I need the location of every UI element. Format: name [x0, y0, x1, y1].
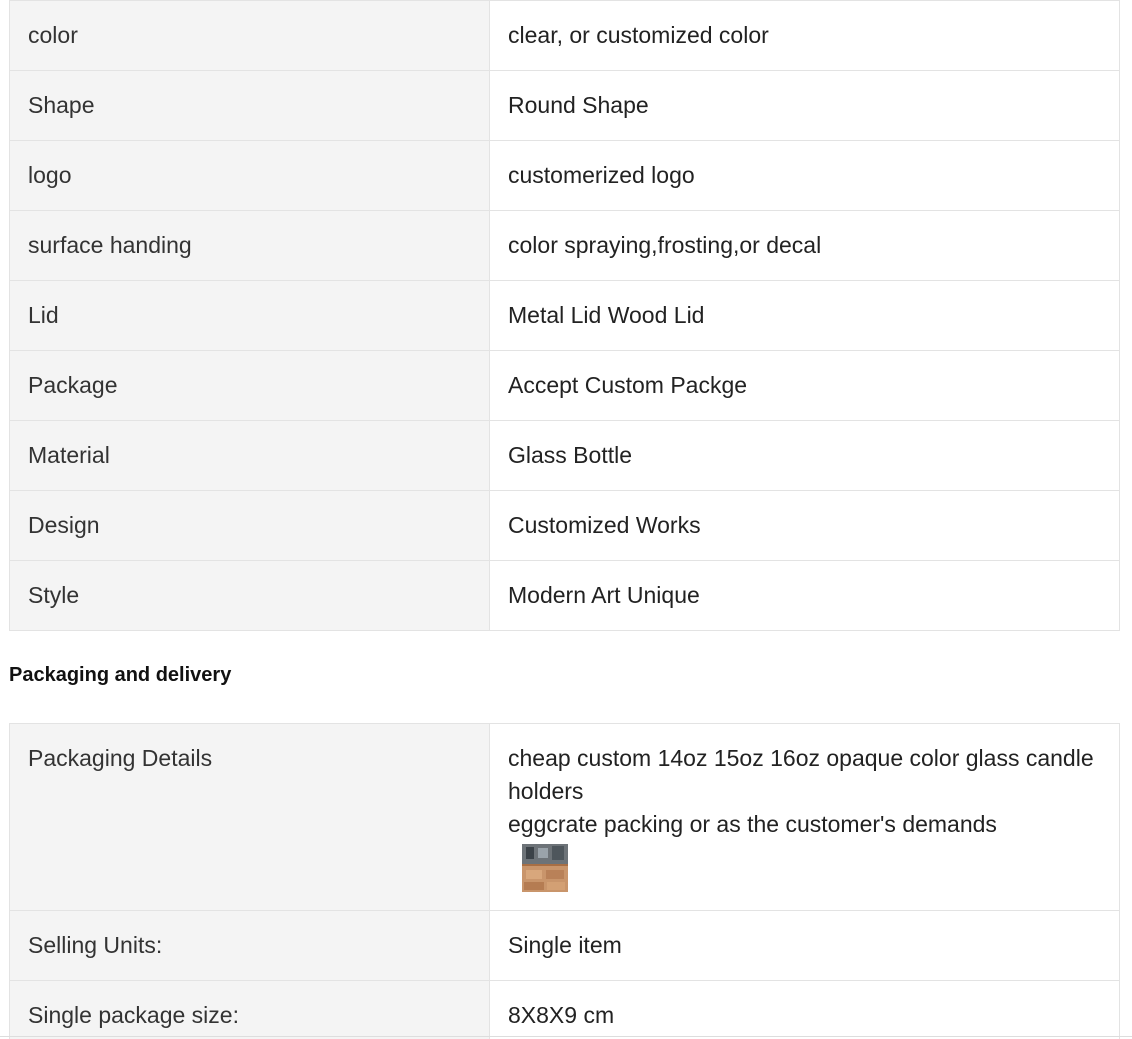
table-row: color clear, or customized color: [9, 0, 1120, 71]
divider: [0, 1036, 1132, 1037]
table-row: Packaging Details cheap custom 14oz 15oz…: [9, 723, 1120, 911]
attribute-value: Metal Lid Wood Lid: [489, 280, 1120, 351]
table-row: Single package size: 8X8X9 cm: [9, 980, 1120, 1039]
packaging-details-line: eggcrate packing or as the customer's de…: [508, 811, 997, 837]
attribute-value: Modern Art Unique: [489, 560, 1120, 631]
attribute-value: customerized logo: [489, 140, 1120, 211]
attribute-key: Shape: [9, 70, 490, 141]
package-size-key: Single package size:: [9, 980, 490, 1039]
table-row: Package Accept Custom Packge: [9, 350, 1120, 421]
table-row: Selling Units: Single item: [9, 910, 1120, 981]
attribute-value: clear, or customized color: [489, 0, 1120, 71]
packaging-details-value: cheap custom 14oz 15oz 16oz opaque color…: [489, 723, 1120, 911]
package-size-value: 8X8X9 cm: [489, 980, 1120, 1039]
selling-units-value: Single item: [489, 910, 1120, 981]
attribute-key: Lid: [9, 280, 490, 351]
packaging-details-line: cheap custom 14oz 15oz 16oz opaque color…: [508, 745, 1094, 804]
attribute-value: Customized Works: [489, 490, 1120, 561]
attribute-key: Package: [9, 350, 490, 421]
product-spec-page: color clear, or customized color Shape R…: [0, 0, 1132, 1039]
table-row: Design Customized Works: [9, 490, 1120, 561]
packaging-table: Packaging Details cheap custom 14oz 15oz…: [9, 723, 1120, 1039]
attribute-value: color spraying,frosting,or decal: [489, 210, 1120, 281]
table-row: Lid Metal Lid Wood Lid: [9, 280, 1120, 351]
section-title: Packaging and delivery: [9, 664, 232, 686]
packaging-thumbnail-image[interactable]: [522, 844, 568, 892]
attributes-table: color clear, or customized color Shape R…: [9, 0, 1120, 631]
attribute-value: Accept Custom Packge: [489, 350, 1120, 421]
table-row: Shape Round Shape: [9, 70, 1120, 141]
attribute-key: Design: [9, 490, 490, 561]
table-row: surface handing color spraying,frosting,…: [9, 210, 1120, 281]
attribute-key: Material: [9, 420, 490, 491]
attribute-value: Glass Bottle: [489, 420, 1120, 491]
attribute-key: Style: [9, 560, 490, 631]
selling-units-key: Selling Units:: [9, 910, 490, 981]
table-row: Material Glass Bottle: [9, 420, 1120, 491]
packaging-details-key: Packaging Details: [9, 723, 490, 911]
attribute-key: logo: [9, 140, 490, 211]
table-row: logo customerized logo: [9, 140, 1120, 211]
attribute-value: Round Shape: [489, 70, 1120, 141]
attribute-key: surface handing: [9, 210, 490, 281]
table-row: Style Modern Art Unique: [9, 560, 1120, 631]
attribute-key: color: [9, 0, 490, 71]
